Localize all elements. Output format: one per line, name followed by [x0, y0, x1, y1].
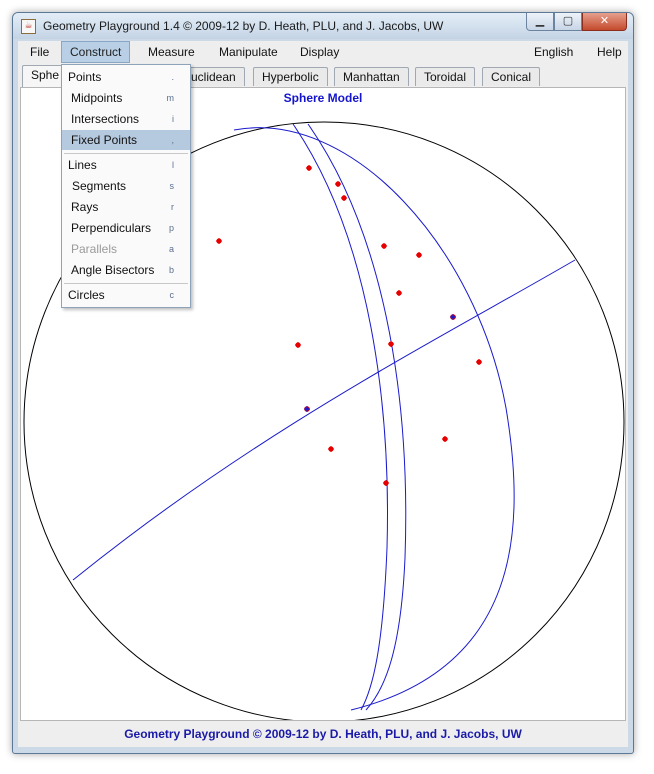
- menu-item-accel: r: [171, 202, 174, 212]
- menu-file[interactable]: File: [22, 41, 57, 63]
- menu-language[interactable]: English: [526, 41, 581, 63]
- minimize-button[interactable]: ▁: [526, 13, 554, 31]
- menu-item-accel: ,: [171, 135, 174, 145]
- point-marker[interactable]: [295, 342, 301, 348]
- title-bar[interactable]: ☕ Geometry Playground 1.4 © 2009-12 by D…: [13, 13, 633, 39]
- menu-item-accel: m: [166, 93, 175, 103]
- point-marker[interactable]: [304, 406, 310, 412]
- great-circle-arc-left: [292, 123, 388, 711]
- menu-item-accel: a: [168, 244, 174, 254]
- menu-item-label: Parallels: [71, 242, 118, 256]
- window-controls: ▁ ▢ ✕: [526, 13, 627, 31]
- menu-item-points[interactable]: Points .: [62, 67, 190, 87]
- menu-item-accel: l: [172, 160, 174, 170]
- java-icon[interactable]: ☕: [21, 19, 36, 34]
- menu-item-accel: c: [169, 290, 175, 300]
- point-marker[interactable]: [416, 252, 422, 258]
- menu-item-angle-bisectors[interactable]: Angle Bisectors b: [62, 260, 190, 280]
- menu-item-circles[interactable]: Circles c: [62, 285, 190, 305]
- menu-item-label: Perpendiculars: [71, 221, 152, 235]
- menu-item-accel: b: [168, 265, 174, 275]
- great-circle-arc-right: [233, 127, 515, 711]
- menu-item-fixed-points[interactable]: Fixed Points ,: [62, 130, 190, 150]
- menu-item-intersections[interactable]: Intersections i: [62, 109, 190, 129]
- point-marker[interactable]: [216, 238, 222, 244]
- menu-item-accel: s: [169, 181, 175, 191]
- point-marker[interactable]: [306, 165, 312, 171]
- footer-credit: Geometry Playground © 2009-12 by D. Heat…: [124, 727, 522, 741]
- menu-separator: [64, 153, 188, 154]
- menu-item-label: Points: [68, 70, 102, 84]
- tab-hyperbolic[interactable]: Hyperbolic: [253, 67, 328, 86]
- point-marker[interactable]: [381, 243, 387, 249]
- menu-item-label: Circles: [68, 288, 105, 302]
- menu-item-accel: i: [172, 114, 174, 124]
- menu-item-label: Lines: [68, 158, 97, 172]
- point-marker[interactable]: [335, 181, 341, 187]
- tab-conical[interactable]: Conical: [482, 67, 541, 86]
- menu-manipulate[interactable]: Manipulate: [211, 41, 286, 63]
- menu-measure[interactable]: Measure: [140, 41, 203, 63]
- menu-item-perpendiculars[interactable]: Perpendiculars p: [62, 218, 190, 238]
- menu-item-segments[interactable]: Segments s: [62, 176, 190, 196]
- point-marker[interactable]: [383, 480, 389, 486]
- construct-menu-dropdown: Points . Midpoints m Intersections i Fix…: [61, 64, 191, 308]
- menu-item-accel: .: [171, 72, 174, 82]
- point-marker[interactable]: [341, 195, 347, 201]
- menu-item-label: Fixed Points: [71, 133, 138, 147]
- window-title: Geometry Playground 1.4 © 2009-12 by D. …: [43, 19, 444, 33]
- menu-item-label: Intersections: [71, 112, 140, 126]
- menu-item-lines[interactable]: Lines l: [62, 155, 190, 175]
- point-marker[interactable]: [388, 341, 394, 347]
- menu-help[interactable]: Help: [589, 41, 630, 63]
- menu-display[interactable]: Display: [292, 41, 347, 63]
- menu-bar: File Construct Measure Manipulate Displa…: [18, 41, 628, 63]
- menu-separator: [64, 283, 188, 284]
- menu-item-label: Segments: [72, 179, 127, 193]
- tab-toroidal[interactable]: Toroidal: [415, 67, 476, 86]
- menu-item-midpoints[interactable]: Midpoints m: [62, 88, 190, 108]
- menu-item-accel: p: [168, 223, 174, 233]
- menu-construct[interactable]: Construct: [61, 41, 131, 63]
- menu-item-rays[interactable]: Rays r: [62, 197, 190, 217]
- point-marker[interactable]: [396, 290, 402, 296]
- tab-manhattan[interactable]: Manhattan: [334, 67, 409, 86]
- maximize-button[interactable]: ▢: [554, 13, 582, 31]
- menu-item-label: Rays: [71, 200, 99, 214]
- menu-item-parallels: Parallels a: [62, 239, 190, 259]
- menu-item-label: Angle Bisectors: [71, 263, 155, 277]
- points-layer: [216, 165, 482, 486]
- close-button[interactable]: ✕: [582, 13, 627, 31]
- point-marker[interactable]: [476, 359, 482, 365]
- point-marker[interactable]: [442, 436, 448, 442]
- great-circle-line: [72, 259, 576, 581]
- great-circle-arc-middle: [307, 123, 407, 711]
- point-marker[interactable]: [450, 314, 456, 320]
- point-marker[interactable]: [328, 446, 334, 452]
- menu-item-label: Midpoints: [71, 91, 123, 105]
